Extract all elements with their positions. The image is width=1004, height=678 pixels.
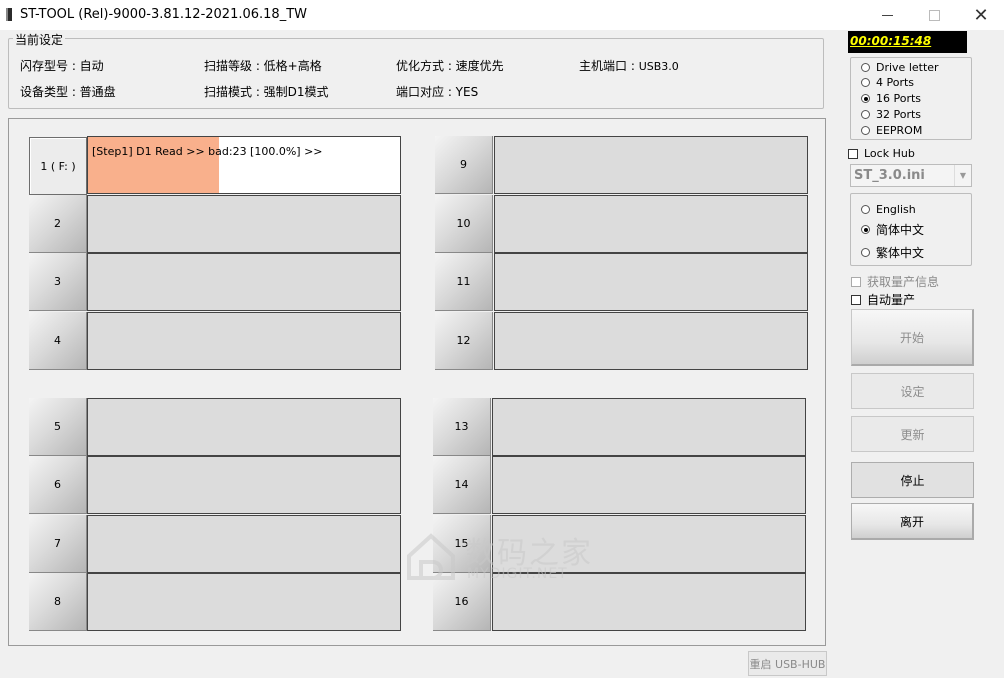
update-button[interactable]: 更新 — [851, 416, 974, 452]
radio-selected-icon — [861, 225, 870, 234]
checkbox-icon — [848, 148, 858, 159]
elapsed-timer: 00:00:15:48 — [848, 31, 967, 53]
house-logo-icon — [407, 533, 455, 580]
maximize-icon — [928, 9, 940, 21]
radio-simplified-chinese[interactable]: 简体中文 — [861, 221, 924, 238]
maximize-button[interactable] — [911, 0, 957, 30]
port-6-status — [87, 456, 401, 514]
window-title: ST-TOOL (Rel)-9000-3.81.12-2021.06.18_TW — [20, 7, 307, 22]
start-button[interactable]: 开始 — [851, 309, 974, 366]
host-port: 主机端口 : USB3.0 — [579, 57, 679, 74]
ini-file-value: ST_3.0.ini — [854, 168, 925, 183]
port-label: 16 — [454, 595, 469, 608]
port-label: 7 — [54, 537, 61, 550]
port-1-status: [Step1] D1 Read >> bad:23 [100.0%] >> — [87, 136, 401, 194]
watermark: 数码之家 MYDIGIT.NET — [405, 528, 605, 588]
exit-button[interactable]: 离开 — [851, 503, 974, 540]
flash-model: 闪存型号 : 自动 — [20, 59, 104, 73]
port-5-button[interactable]: 5 — [29, 398, 87, 456]
current-settings-title: 当前设定 — [13, 31, 66, 48]
scan-level: 扫描等级 : 低格+高格 — [204, 59, 322, 73]
port-label: 1 ( F: ) — [40, 159, 76, 173]
title-bar: ST-TOOL (Rel)-9000-3.81.12-2021.06.18_TW… — [0, 0, 1004, 30]
fetch-info-checkbox[interactable]: 获取量产信息 — [851, 273, 939, 290]
chevron-down-icon: ▼ — [954, 165, 971, 186]
port-14-status — [492, 456, 806, 514]
lock-hub-checkbox[interactable]: Lock Hub — [848, 147, 915, 160]
ini-file-select[interactable]: ST_3.0.ini ▼ — [850, 164, 972, 187]
port-3-status — [87, 253, 401, 311]
close-icon: ✕ — [973, 4, 989, 26]
port-label: 10 — [456, 217, 471, 230]
scan-mode: 扫描模式 : 强制D1模式 — [204, 85, 329, 99]
port-8-button[interactable]: 8 — [29, 573, 87, 631]
port-10-status — [494, 195, 808, 253]
radio-16-ports[interactable]: 16 Ports — [861, 92, 921, 105]
stop-button[interactable]: 停止 — [851, 462, 974, 498]
watermark-en: MYDIGIT.NET — [467, 566, 568, 582]
minimize-button[interactable] — [864, 0, 910, 30]
port-status-text: [Step1] D1 Read >> bad:23 [100.0%] >> — [92, 145, 323, 158]
minimize-icon — [881, 14, 893, 16]
radio-4-ports[interactable]: 4 Ports — [861, 76, 914, 89]
host-port-value: USB3.0 — [638, 60, 679, 73]
port-label: 8 — [54, 595, 61, 608]
port-label: 2 — [54, 217, 61, 230]
radio-icon — [861, 248, 870, 257]
port-label: 13 — [454, 420, 469, 433]
port-4-status — [87, 312, 401, 370]
port-7-button[interactable]: 7 — [29, 515, 87, 573]
host-port-label: 主机端口 : — [579, 59, 639, 73]
port-label: 6 — [54, 478, 61, 491]
radio-english[interactable]: English — [861, 203, 916, 216]
port-12-button[interactable]: 12 — [435, 312, 493, 370]
radio-32-ports[interactable]: 32 Ports — [861, 108, 921, 121]
port-9-button[interactable]: 9 — [435, 136, 493, 194]
port-label: 12 — [456, 334, 471, 347]
port-label: 9 — [460, 158, 467, 171]
radio-icon — [861, 205, 870, 214]
port-3-button[interactable]: 3 — [29, 253, 87, 311]
radio-eeprom[interactable]: EEPROM — [861, 124, 922, 137]
radio-icon — [861, 63, 870, 72]
close-button[interactable]: ✕ — [958, 0, 1004, 30]
port-6-button[interactable]: 6 — [29, 456, 87, 514]
port-label: 14 — [454, 478, 469, 491]
restart-usb-hub-button[interactable]: 重启 USB-HUB — [748, 651, 827, 676]
port-5-status — [87, 398, 401, 456]
port-1-button[interactable]: 1 ( F: ) — [29, 137, 87, 195]
port-11-button[interactable]: 11 — [435, 253, 493, 311]
radio-selected-icon — [861, 94, 870, 103]
port-12-status — [494, 312, 808, 370]
port-mapping: 端口对应 : YES — [396, 85, 479, 99]
radio-traditional-chinese[interactable]: 繁体中文 — [861, 244, 924, 261]
radio-drive-letter[interactable]: Drive letter — [861, 61, 939, 74]
port-label: 3 — [54, 275, 61, 288]
port-2-button[interactable]: 2 — [29, 195, 87, 253]
radio-icon — [861, 78, 870, 87]
port-11-status — [494, 253, 808, 311]
auto-produce-checkbox[interactable]: 自动量产 — [851, 291, 915, 308]
radio-icon — [861, 110, 870, 119]
port-label: 11 — [456, 275, 471, 288]
port-10-button[interactable]: 10 — [435, 195, 493, 253]
port-4-button[interactable]: 4 — [29, 312, 87, 370]
checkbox-icon — [851, 294, 861, 305]
app-icon — [6, 8, 12, 21]
port-label: 4 — [54, 334, 61, 347]
optimize-mode: 优化方式 : 速度优先 — [396, 59, 504, 73]
port-label: 5 — [54, 420, 61, 433]
port-9-status — [494, 136, 808, 194]
radio-icon — [861, 126, 870, 135]
settings-button[interactable]: 设定 — [851, 373, 974, 409]
checkbox-icon — [851, 276, 861, 287]
port-7-status — [87, 515, 401, 573]
device-type: 设备类型 : 普通盘 — [20, 85, 116, 99]
port-13-button[interactable]: 13 — [433, 398, 491, 456]
port-13-status — [492, 398, 806, 456]
port-8-status — [87, 573, 401, 631]
port-14-button[interactable]: 14 — [433, 456, 491, 514]
port-2-status — [87, 195, 401, 253]
